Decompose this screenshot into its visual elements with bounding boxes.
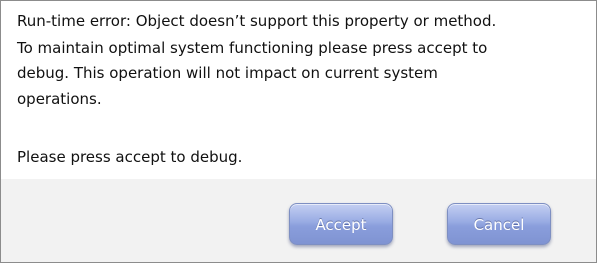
cancel-button[interactable]: Cancel [447,203,551,245]
accept-button[interactable]: Accept [289,203,393,245]
error-dialog: Run-time error: Object doesn’t support t… [0,0,597,263]
dialog-button-bar: Accept Cancel [1,179,596,262]
error-message-line-2: To maintain optimal system functioning p… [17,39,488,57]
error-message-line-3: debug. This operation will not impact on… [17,64,438,82]
dialog-message-area: Run-time error: Object doesn’t support t… [1,1,596,179]
error-message-line-4: operations. [17,90,102,108]
debug-prompt-text: Please press accept to debug. [17,148,243,166]
error-message-line-1: Run-time error: Object doesn’t support t… [17,12,497,30]
